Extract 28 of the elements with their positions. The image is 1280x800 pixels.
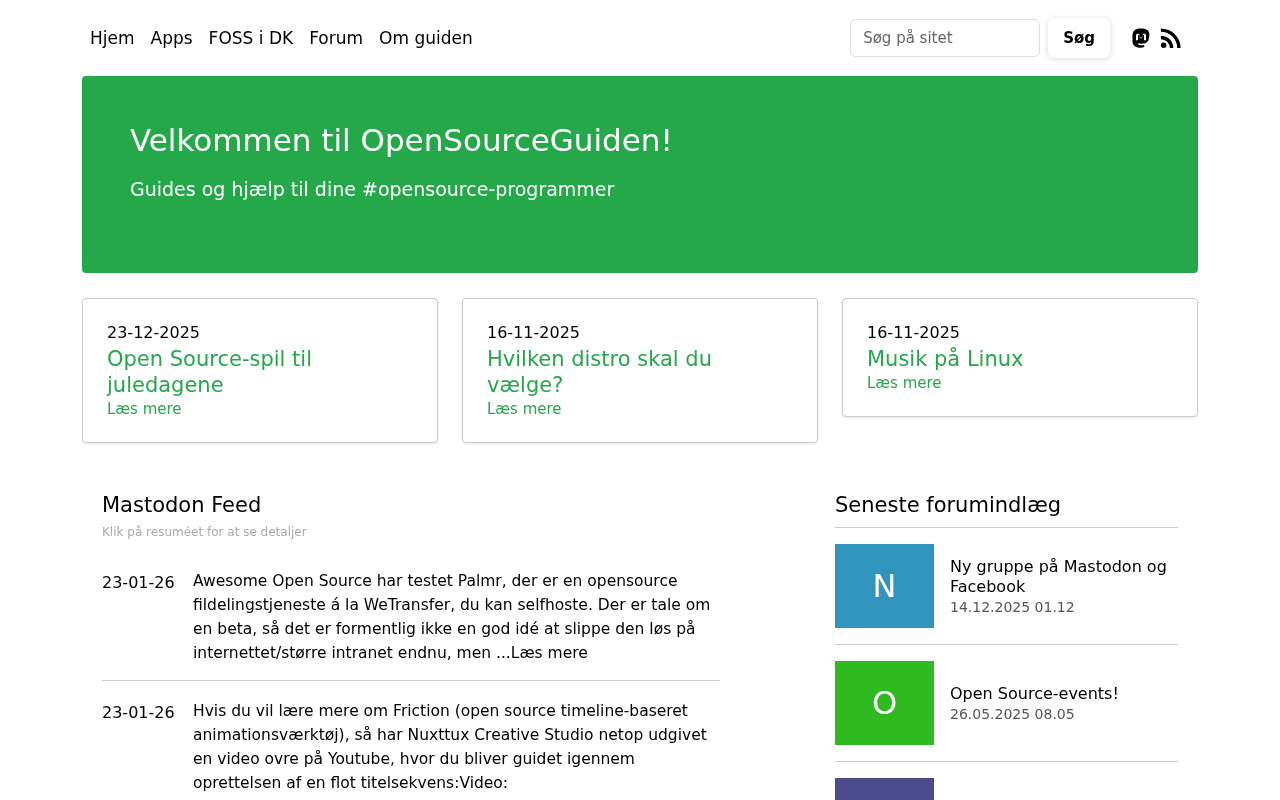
section-title: Seneste forumindlæg — [835, 493, 1178, 528]
hero-title: Velkommen til OpenSourceGuiden! — [130, 122, 674, 158]
nav-link[interactable]: FOSS i DK — [208, 28, 294, 48]
avatar-letter: O — [871, 684, 898, 722]
article-date: 23-12-2025 — [107, 323, 200, 342]
rss-icon[interactable] — [1160, 27, 1182, 49]
article-date: 16-11-2025 — [487, 323, 580, 342]
mastodon-icon[interactable] — [1130, 27, 1152, 49]
feed-hint: Klik på resuméet for at se detaljer — [102, 525, 308, 539]
avatar-letter: N — [872, 567, 897, 605]
post-date: 23-01-26 — [102, 572, 175, 594]
forum-post-title[interactable]: Ny gruppe på Mastodon og Facebook — [950, 557, 1178, 597]
post-text[interactable]: Hvis du vil lære mere om Friction (open source timeline-baseret animationsværktøj), så har Nuxttux Creative Studio netop udgivet en video ovre på Youtube, hvor du bliver guidet igennem oprettelsen af en flot titelsekvens:Video: — [193, 699, 720, 795]
hero-subtitle: Guides og hjælp til dine #opensource-programmer — [130, 178, 616, 200]
nav-link[interactable]: Hjem — [90, 28, 135, 48]
nav-link[interactable]: Forum — [309, 28, 364, 48]
forum-post-time: 14.12.2025 01.12 — [950, 599, 1076, 615]
nav-link[interactable]: Om guiden — [379, 28, 473, 48]
nav-link[interactable]: Apps — [150, 28, 193, 48]
forum-post-time: 26.05.2025 08.05 — [950, 706, 1076, 722]
article-date: 16-11-2025 — [867, 323, 960, 342]
post-date: 23-01-26 — [102, 702, 175, 724]
post-text[interactable]: Awesome Open Source har testet Palmr, der er en opensource fildelingstjeneste á la WeTransfer, du kan selfhoste. Der er tale om en beta, så det er formentlig ikke en god idé at slippe den løs på internettet/større intranet endnu, men ...Læs mere — [193, 569, 720, 665]
section-title: Mastodon Feed — [102, 493, 263, 517]
search-field[interactable]: Søg på sitet — [850, 19, 1041, 57]
read-more-link[interactable]: Læs mere — [510, 644, 588, 662]
forum-post-title[interactable]: Open Source-events! — [950, 684, 1119, 704]
search-button[interactable]: Søg — [1048, 18, 1110, 58]
